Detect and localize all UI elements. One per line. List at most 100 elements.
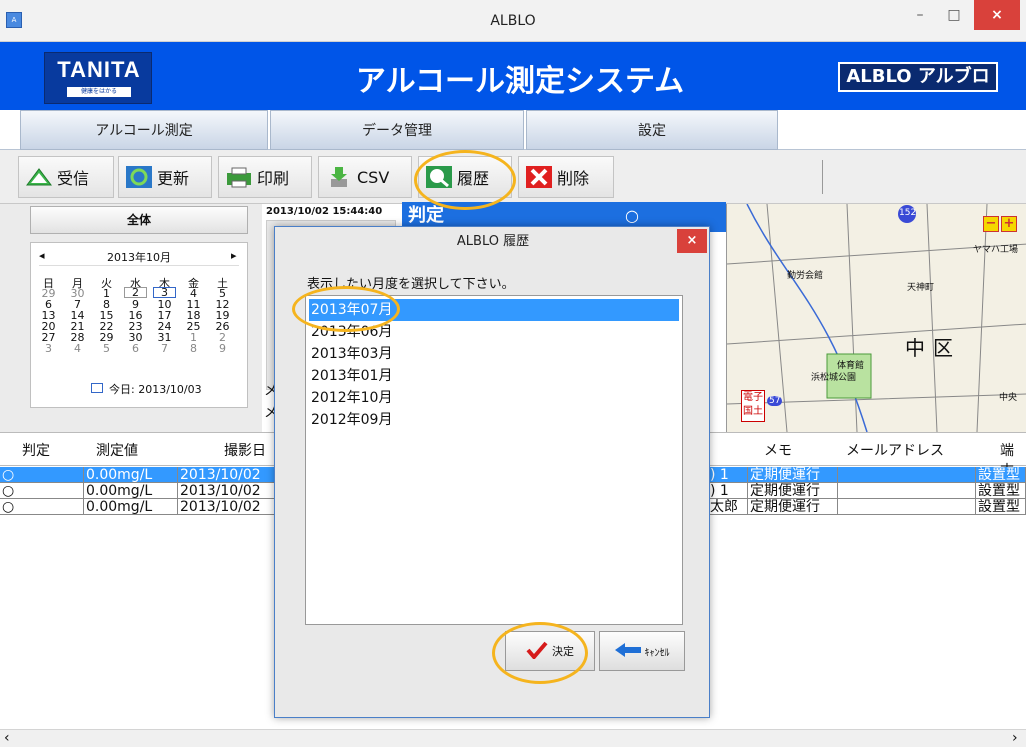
cell-date: 2013/10/02 xyxy=(178,499,276,515)
col-header-date[interactable]: 撮影日 xyxy=(224,440,266,460)
refresh-button[interactable]: 更新 xyxy=(118,156,212,198)
cell-judge: ○ xyxy=(0,467,84,483)
month-option[interactable]: 2013年01月 xyxy=(309,365,679,387)
today-marker-icon xyxy=(91,383,103,393)
cell-memo: 定期便運行 xyxy=(748,467,838,483)
cell-date: 2013/10/02 xyxy=(178,467,276,483)
ok-highlight-oval xyxy=(492,622,588,684)
calendar: ◂ 2013年10月 ▸ 日月火水木金土 29 30 1 2 3 4 5 6 7 8 9 10 11 12 1… xyxy=(30,242,248,408)
tab-data-management[interactable]: データ管理 xyxy=(270,110,524,150)
calendar-divider xyxy=(39,265,239,266)
receive-icon xyxy=(25,165,53,189)
calendar-day[interactable]: 5 xyxy=(95,342,118,355)
col-header-memo[interactable]: メモ xyxy=(764,440,792,460)
map-label-kaikan: 勤労会館 xyxy=(787,271,824,281)
cell-judge: ○ xyxy=(0,499,84,515)
cell-date: 2013/10/02 xyxy=(178,483,276,499)
printer-icon xyxy=(225,165,253,189)
calendar-day[interactable]: 8 xyxy=(182,342,205,355)
cancel-button[interactable]: ｷｬﾝｾﾙ xyxy=(599,631,685,671)
calendar-day[interactable]: 2 xyxy=(124,287,147,298)
map-route-152: 152 xyxy=(899,208,917,218)
cell-name: ) 1 xyxy=(708,483,748,499)
calendar-grid: 日月火水木金土 29 30 1 2 3 4 5 6 7 8 9 10 11 12 13 14 15 16 17 18 19… xyxy=(37,275,243,375)
map-route-57: 57 xyxy=(767,396,783,406)
receive-button[interactable]: 受信 xyxy=(18,156,114,198)
refresh-label: 更新 xyxy=(157,169,190,188)
cell-value: 0.00mg/L xyxy=(84,499,178,515)
calendar-day[interactable]: 6 xyxy=(124,342,147,355)
dialog-close-button[interactable]: × xyxy=(677,229,707,253)
calendar-day[interactable]: 7 xyxy=(153,342,176,355)
calendar-day[interactable]: 3 xyxy=(153,287,176,298)
col-header-value[interactable]: 測定値 xyxy=(96,440,138,460)
map-label-park: 浜松城公園 xyxy=(811,373,857,383)
csv-label: CSV xyxy=(357,167,390,187)
col-header-mail[interactable]: メールアドレス xyxy=(846,440,944,460)
close-button[interactable]: × xyxy=(974,0,1020,30)
cell-mail xyxy=(838,499,976,515)
logo-text: TANITA xyxy=(57,57,141,82)
back-arrow-icon xyxy=(614,642,641,660)
col-header-judge[interactable]: 判定 xyxy=(22,440,50,460)
calendar-day[interactable]: 3 xyxy=(37,342,60,355)
photo-timestamp: 2013/10/02 15:44:40 xyxy=(266,206,383,217)
month-option[interactable]: 2013年03月 xyxy=(309,343,679,365)
app-title: アルコール測定システム xyxy=(355,64,685,99)
maximize-button[interactable]: □ xyxy=(938,0,970,30)
cell-memo: 定期便運行 xyxy=(748,499,838,515)
cell-memo: 定期便運行 xyxy=(748,483,838,499)
refresh-icon xyxy=(125,165,153,189)
tab-settings[interactable]: 設定 xyxy=(526,110,778,150)
cancel-label: ｷｬﾝｾﾙ xyxy=(644,647,670,659)
cell-device: 設置型 xyxy=(976,483,1026,499)
tab-alcohol-measure[interactable]: アルコール測定 xyxy=(20,110,268,150)
month-option[interactable]: 2012年10月 xyxy=(309,387,679,409)
calendar-day[interactable]: 9 xyxy=(211,342,234,355)
receive-label: 受信 xyxy=(57,169,90,188)
horizontal-scrollbar[interactable]: ‹ › xyxy=(0,729,1026,747)
month-list[interactable]: 2013年07月 2013年06月 2013年03月 2013年01月 2012年10月… xyxy=(305,295,683,625)
month-highlight-oval xyxy=(292,286,400,332)
cell-value: 0.00mg/L xyxy=(84,483,178,499)
map-label-tenjin: 天神町 xyxy=(907,283,935,293)
denshi-kokudo-logo: 電子国土 xyxy=(741,390,765,422)
window-title: ALBLO xyxy=(490,13,536,29)
map[interactable]: 152 − + ヤマハ工場 勤労会館 天神町 中 区 体育館 浜松城公園 中央 … xyxy=(726,204,1026,432)
alblo-badge: ALBLO アルブロ xyxy=(838,62,998,92)
dialog-title: ALBLO 履歴 xyxy=(456,234,530,249)
cell-device: 設置型 xyxy=(976,467,1026,483)
calendar-day[interactable]: 4 xyxy=(66,342,89,355)
cell-mail xyxy=(838,483,976,499)
map-label-yamaha: ヤマハ工場 xyxy=(973,245,1019,255)
cell-device: 設置型 xyxy=(976,499,1026,515)
delete-label: 削除 xyxy=(557,169,590,188)
csv-download-icon xyxy=(325,165,353,189)
delete-x-icon xyxy=(525,165,553,189)
cell-judge: ○ xyxy=(0,483,84,499)
map-zoom-in-button[interactable]: + xyxy=(1001,216,1017,232)
scroll-left-icon[interactable]: ‹ xyxy=(4,730,10,746)
map-zoom-out-button[interactable]: − xyxy=(983,216,999,232)
toolbar-separator xyxy=(822,160,823,194)
csv-button[interactable]: CSV xyxy=(318,156,412,198)
delete-button[interactable]: 削除 xyxy=(518,156,614,198)
all-button[interactable]: 全体 xyxy=(30,206,248,234)
calendar-month-title: 2013年10月 xyxy=(107,251,171,264)
map-label-ku: 区 xyxy=(933,336,953,360)
cell-name: ) 1 xyxy=(708,467,748,483)
month-option[interactable]: 2012年09月 xyxy=(309,409,679,431)
print-button[interactable]: 印刷 xyxy=(218,156,312,198)
cell-name: 太郎 xyxy=(708,499,748,515)
tanita-logo: TANITA 健康をはかる xyxy=(44,52,152,104)
map-label-naka: 中 xyxy=(905,336,925,360)
calendar-next-button[interactable]: ▸ xyxy=(231,249,237,262)
minimize-button[interactable]: – xyxy=(904,0,936,30)
logo-subtext: 健康をはかる xyxy=(67,87,131,97)
scroll-right-icon[interactable]: › xyxy=(1012,730,1018,746)
map-label-chuo: 中央 xyxy=(999,393,1018,403)
cell-mail xyxy=(838,467,976,483)
today-label[interactable]: 今日: 2013/10/03 xyxy=(109,381,202,397)
cell-value: 0.00mg/L xyxy=(84,467,178,483)
history-highlight-oval xyxy=(414,150,516,210)
